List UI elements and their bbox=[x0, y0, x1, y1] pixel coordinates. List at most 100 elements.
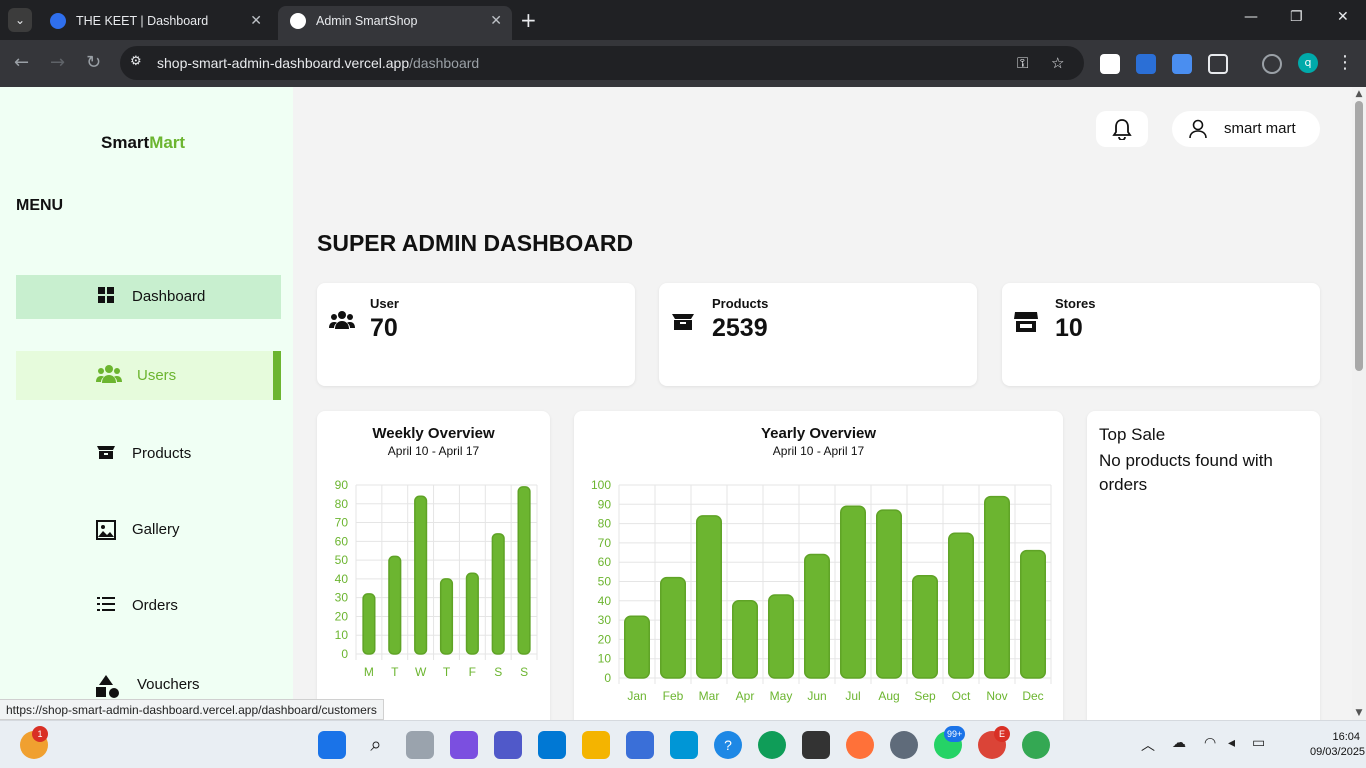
bar bbox=[1020, 549, 1046, 679]
address-bar[interactable]: ⚙ shop-smart-admin-dashboard.vercel.app/… bbox=[120, 46, 1084, 80]
y-tick-label: 80 bbox=[335, 497, 349, 511]
brand-logo[interactable]: SmartMart bbox=[101, 133, 185, 153]
user-menu-button[interactable]: smart mart bbox=[1172, 111, 1320, 147]
y-tick-label: 50 bbox=[598, 575, 612, 589]
clock-date: 09/03/2025 bbox=[1310, 746, 1366, 758]
back-icon[interactable]: ← bbox=[14, 52, 29, 73]
myhp-icon[interactable] bbox=[670, 731, 698, 759]
stat-value: 2539 bbox=[712, 314, 768, 342]
reload-icon[interactable]: ↻ bbox=[86, 52, 101, 73]
x-tick-label: Dec bbox=[1022, 689, 1043, 703]
start-windows-icon[interactable] bbox=[318, 731, 346, 759]
microsoft-store-icon[interactable] bbox=[626, 731, 654, 759]
sidebar-item-label: Dashboard bbox=[132, 288, 206, 305]
y-tick-label: 60 bbox=[598, 555, 612, 569]
chrome-active-icon[interactable] bbox=[1022, 731, 1050, 759]
battery-icon[interactable]: ▭ bbox=[1252, 735, 1265, 751]
bar bbox=[948, 532, 974, 679]
scroll-up-icon[interactable]: ▲ bbox=[1354, 89, 1364, 99]
help-icon[interactable]: ? bbox=[714, 731, 742, 759]
stat-value: 70 bbox=[370, 314, 398, 342]
volume-icon[interactable]: ◂ bbox=[1228, 735, 1235, 751]
edge-icon[interactable] bbox=[758, 731, 786, 759]
bar bbox=[984, 495, 1010, 679]
extensions-puzzle-icon[interactable] bbox=[1208, 54, 1228, 74]
close-tab-icon[interactable]: ✕ bbox=[250, 12, 262, 29]
stat-card-user: User 70 bbox=[317, 283, 635, 386]
x-tick-label: Nov bbox=[986, 689, 1007, 703]
menu-heading: MENU bbox=[16, 197, 64, 214]
minimize-icon[interactable]: — bbox=[1244, 9, 1258, 25]
copilot-icon[interactable] bbox=[450, 731, 478, 759]
close-tab-icon[interactable]: ✕ bbox=[490, 12, 502, 29]
forward-icon[interactable]: → bbox=[50, 52, 65, 73]
sidebar-item-label: Orders bbox=[132, 597, 178, 614]
y-tick-label: 100 bbox=[591, 478, 611, 492]
stat-card-stores: Stores 10 bbox=[1002, 283, 1320, 386]
scroll-thumb[interactable] bbox=[1355, 101, 1363, 371]
x-tick-label: Mar bbox=[699, 689, 720, 703]
extension-translate-icon[interactable] bbox=[1136, 54, 1156, 74]
weekly-overview-panel: Weekly Overview April 10 - April 17 0 10 2… bbox=[317, 411, 550, 720]
y-tick-label: 0 bbox=[604, 671, 611, 685]
wifi-icon[interactable]: ◠ bbox=[1204, 735, 1216, 751]
terminal-icon[interactable] bbox=[802, 731, 830, 759]
close-window-icon[interactable]: ✕ bbox=[1337, 9, 1349, 25]
vercel-favicon-icon bbox=[290, 13, 306, 29]
x-tick-label: M bbox=[364, 665, 374, 679]
sidebar-item-label: Gallery bbox=[132, 521, 180, 538]
bar bbox=[660, 576, 686, 679]
tab-title: THE KEET | Dashboard bbox=[76, 14, 209, 28]
vscode-icon[interactable] bbox=[538, 731, 566, 759]
browser-menu-icon[interactable]: ⋮ bbox=[1336, 52, 1354, 73]
notifications-button[interactable] bbox=[1096, 111, 1148, 147]
new-tab-icon[interactable]: + bbox=[520, 8, 537, 32]
sidebar-item-label: Products bbox=[132, 445, 192, 462]
onedrive-icon[interactable]: ☁ bbox=[1172, 735, 1186, 751]
firefox-icon[interactable] bbox=[846, 731, 874, 759]
bar bbox=[840, 505, 866, 679]
sidebar-item-dashboard[interactable]: Dashboard bbox=[16, 275, 281, 319]
y-tick-label: 80 bbox=[598, 517, 612, 531]
profile-avatar[interactable]: q bbox=[1298, 53, 1318, 73]
bar bbox=[465, 572, 479, 655]
page-scrollbar[interactable]: ▲ ▼ bbox=[1352, 87, 1366, 720]
bookmark-star-icon[interactable]: ☆ bbox=[1051, 54, 1064, 72]
search-icon[interactable]: ⌕ bbox=[362, 731, 390, 759]
image-icon bbox=[96, 520, 116, 540]
box-icon bbox=[671, 311, 697, 333]
page-content: SmartMart MENU Dashboard Users Products … bbox=[0, 87, 1352, 720]
x-tick-label: Apr bbox=[736, 689, 755, 703]
url-text: shop-smart-admin-dashboard.vercel.app/da… bbox=[157, 55, 480, 71]
restore-icon[interactable]: ❐ bbox=[1290, 9, 1303, 25]
x-tick-label: Feb bbox=[663, 689, 684, 703]
tab-title: Admin SmartShop bbox=[316, 14, 418, 28]
chrome-profile-badge: E bbox=[994, 726, 1010, 742]
file-explorer-icon[interactable] bbox=[582, 731, 610, 759]
teams-icon[interactable] bbox=[494, 731, 522, 759]
stat-value: 10 bbox=[1055, 314, 1083, 342]
browser-toolbar: ← → ↻ ⚙ shop-smart-admin-dashboard.verce… bbox=[0, 40, 1366, 87]
sidebar-item-orders[interactable]: Orders bbox=[16, 584, 281, 628]
top-sale-title: Top Sale bbox=[1099, 425, 1166, 444]
task-view-icon[interactable] bbox=[406, 731, 434, 759]
show-hidden-icons-icon[interactable]: ︿ bbox=[1141, 735, 1155, 755]
sidebar-item-users[interactable]: Users bbox=[16, 351, 281, 400]
tab-the-keet[interactable]: THE KEET | Dashboard ✕ bbox=[38, 6, 272, 40]
performance-icon[interactable] bbox=[1262, 54, 1282, 74]
bar bbox=[912, 574, 938, 679]
site-info-icon[interactable]: ⚙ bbox=[130, 54, 142, 69]
sidebar-item-gallery[interactable]: Gallery bbox=[16, 508, 281, 552]
extension-grid-icon[interactable] bbox=[1100, 54, 1120, 74]
password-key-icon[interactable]: ⚿ bbox=[1017, 54, 1028, 72]
system-clock[interactable]: 16:04 09/03/2025 bbox=[1310, 730, 1366, 760]
tab-admin-smartshop[interactable]: Admin SmartShop ✕ bbox=[278, 6, 512, 40]
extension-docs-icon[interactable] bbox=[1172, 54, 1192, 74]
tab-search-button[interactable]: ⌄ bbox=[8, 8, 32, 32]
sidebar-item-products[interactable]: Products bbox=[16, 432, 281, 476]
stat-label: User bbox=[370, 296, 399, 311]
x-tick-label: S bbox=[494, 665, 502, 679]
scroll-down-icon[interactable]: ▼ bbox=[1354, 708, 1364, 718]
y-tick-label: 0 bbox=[341, 647, 348, 661]
settings-icon[interactable] bbox=[890, 731, 918, 759]
